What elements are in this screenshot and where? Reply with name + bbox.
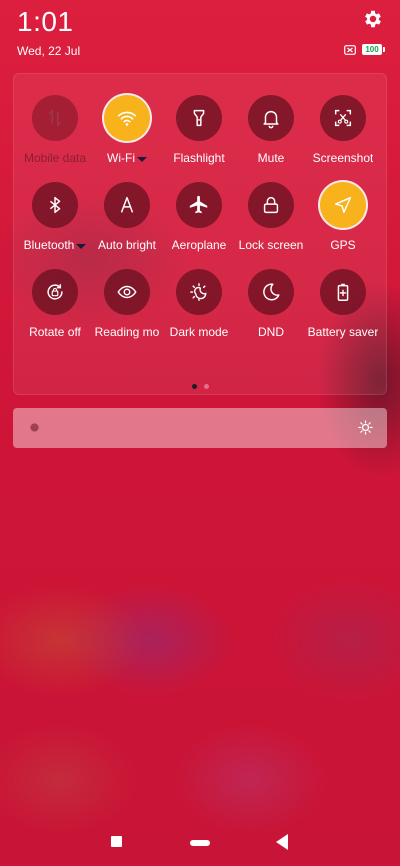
tile-mobile-data[interactable]: Mobile data [19, 95, 91, 165]
tile-label: Battery saver [307, 325, 379, 339]
status-icons: 100 [344, 44, 385, 55]
tile-label: Screenshot [312, 151, 374, 165]
clock: 1:01 [17, 6, 74, 37]
auto-brightness-icon [104, 182, 150, 228]
tile-label: Lock screen [238, 238, 304, 252]
tile-label: GPS [330, 238, 356, 252]
tile-label: Wi-Fi [107, 151, 147, 165]
tile-label: Rotate off [29, 325, 81, 339]
chevron-down-icon[interactable] [76, 244, 87, 249]
battery-saver-icon [320, 269, 366, 315]
tile-reading-mode[interactable]: Reading mo [91, 269, 163, 339]
dark-mode-icon [176, 269, 222, 315]
sim-card-icon [344, 44, 356, 55]
eye-icon [104, 269, 150, 315]
bell-icon [248, 95, 294, 141]
tile-label: Bluetooth [24, 238, 87, 252]
location-arrow-icon [320, 182, 366, 228]
quick-settings-panel: Mobile data Wi-Fi Flashlight Mute Screen [13, 73, 387, 395]
rotate-lock-icon [32, 269, 78, 315]
tile-screenshot[interactable]: Screenshot [307, 95, 379, 165]
tile-label: Dark mode [169, 325, 229, 339]
tile-auto-brightness[interactable]: Auto bright [91, 182, 163, 252]
tile-gps[interactable]: GPS [307, 182, 379, 252]
tile-mute[interactable]: Mute [235, 95, 307, 165]
tile-aeroplane[interactable]: Aeroplane [163, 182, 235, 252]
tile-label: Aeroplane [171, 238, 227, 252]
tile-bluetooth[interactable]: Bluetooth [19, 182, 91, 252]
tile-label: Mobile data [23, 151, 87, 165]
tile-rotate-off[interactable]: Rotate off [19, 269, 91, 339]
airplane-icon [176, 182, 222, 228]
wifi-icon [104, 95, 150, 141]
back-icon[interactable] [276, 834, 288, 850]
page-indicator[interactable] [13, 384, 387, 389]
quick-settings-grid: Mobile data Wi-Fi Flashlight Mute Screen [13, 95, 393, 339]
tile-battery-saver[interactable]: Battery saver [307, 269, 379, 339]
tile-label: Reading mo [94, 325, 160, 339]
brightness-slider[interactable] [13, 408, 387, 448]
tile-label: Mute [257, 151, 285, 165]
mobile-data-icon [32, 95, 78, 141]
chevron-down-icon[interactable] [136, 157, 147, 162]
page-dot[interactable] [203, 384, 209, 389]
tile-wifi[interactable]: Wi-Fi [91, 95, 163, 165]
tile-dnd[interactable]: DND [235, 269, 307, 339]
tile-label: DND [258, 325, 284, 339]
recents-icon[interactable] [111, 836, 122, 847]
navigation-bar [0, 826, 400, 860]
moon-icon [248, 269, 294, 315]
battery-level: 100 [365, 44, 379, 54]
brightness-high-icon [358, 420, 373, 435]
date: Wed, 22 Jul [17, 44, 81, 58]
status-bar: 1:01 Wed, 22 Jul 100 [0, 0, 400, 70]
tile-lock-screen[interactable]: Lock screen [235, 182, 307, 252]
tile-label: Auto bright [97, 238, 157, 252]
lock-icon [248, 182, 294, 228]
gear-icon[interactable] [362, 8, 384, 30]
flashlight-icon [176, 95, 222, 141]
brightness-low-icon [30, 423, 39, 432]
tile-flashlight[interactable]: Flashlight [163, 95, 235, 165]
page-dot-active[interactable] [191, 384, 197, 389]
battery-icon: 100 [362, 44, 385, 55]
tile-label: Flashlight [173, 151, 225, 165]
bluetooth-icon [32, 182, 78, 228]
screenshot-icon [320, 95, 366, 141]
home-icon[interactable] [190, 840, 210, 846]
tile-dark-mode[interactable]: Dark mode [163, 269, 235, 339]
